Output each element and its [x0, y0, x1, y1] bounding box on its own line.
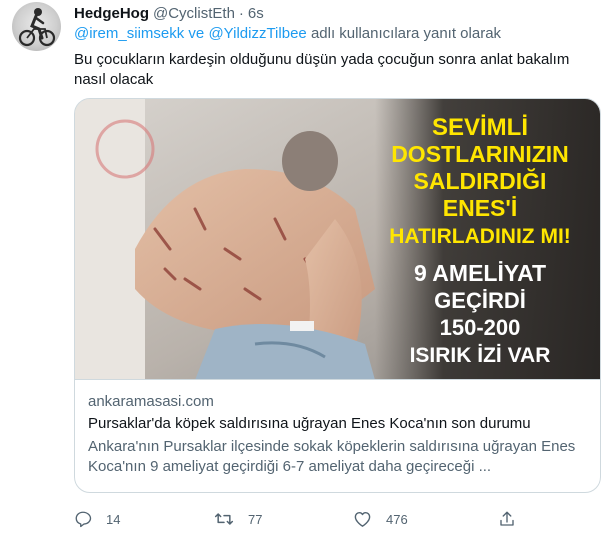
overlay-line-8: 150-200 [440, 315, 521, 340]
display-name[interactable]: HedgeHog [74, 5, 149, 22]
mention-connector[interactable]: ve [188, 25, 204, 42]
retweet-icon [214, 513, 234, 525]
avatar[interactable] [12, 2, 61, 51]
like-count: 476 [386, 511, 408, 527]
reply-context-suffix: adlı kullanıcılara yanıt olarak [310, 25, 502, 42]
separator-dot: · [238, 4, 244, 22]
card-domain: ankaramasasi.com [88, 393, 214, 410]
card-title: Pursaklar'da köpek saldırısına uğrayan E… [88, 415, 531, 432]
overlay-line-1: SEVİMLİ [432, 114, 528, 141]
tweet-text: Bu çocukların kardeşin olduğunu düşün ya… [74, 51, 570, 88]
overlay-line-2: DOSTLARINIZIN [391, 141, 569, 167]
overlay-line-6: 9 AMELİYAT [414, 260, 546, 286]
overlay-line-9: ISIRIK İZİ VAR [410, 344, 551, 367]
mention-link-2[interactable]: @YildizzTilbee [208, 25, 306, 42]
reply-context: @irem_siimsekk ve @YildizzTilbee adlı ku… [74, 25, 501, 42]
overlay-line-5: HATIRLADINIZ MI! [389, 225, 571, 248]
like-button[interactable]: 476 [353, 510, 408, 528]
reply-button[interactable]: 14 [74, 510, 120, 528]
mention-link-1[interactable]: @irem_siimsekk [74, 25, 184, 42]
user-handle[interactable]: @CyclistEth [153, 5, 235, 22]
share-button[interactable] [498, 510, 516, 528]
link-card[interactable]: SEVİMLİ DOSTLARINIZIN SALDIRDIĞI ENES'İ … [74, 98, 601, 493]
overlay-line-4: ENES'İ [443, 195, 518, 221]
cyclist-silhouette-icon [18, 8, 56, 47]
share-icon [500, 511, 514, 526]
timestamp[interactable]: 6s [248, 5, 264, 22]
tweet-header: HedgeHog @CyclistEth · 6s [74, 3, 264, 23]
tweet[interactable]: HedgeHog @CyclistEth · 6s @irem_siimsekk… [0, 0, 614, 534]
retweet-button[interactable]: 77 [214, 510, 262, 528]
heart-icon [354, 511, 371, 527]
overlay-line-7: GEÇİRDİ [434, 288, 526, 313]
overlay-line-3: SALDIRDIĞI [414, 167, 547, 194]
retweet-count: 77 [248, 511, 263, 527]
card-description: Ankara'nın Pursaklar ilçesinde sokak köp… [88, 438, 576, 475]
news-photo: SEVİMLİ DOSTLARINIZIN SALDIRDIĞI ENES'İ … [75, 99, 600, 379]
reply-icon [75, 511, 92, 528]
card-body[interactable]: ankaramasasi.com Pursaklar'da köpek sald… [88, 392, 593, 477]
card-image[interactable]: SEVİMLİ DOSTLARINIZIN SALDIRDIĞI ENES'İ … [75, 99, 600, 380]
tweet-actions: 14 77 476 [74, 510, 594, 528]
reply-count: 14 [106, 511, 121, 527]
